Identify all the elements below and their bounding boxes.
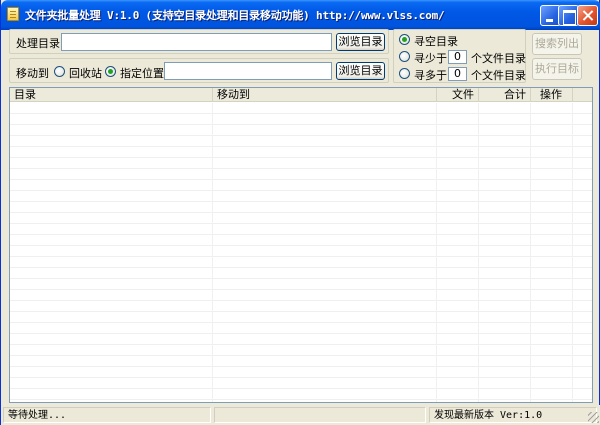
- column-header-files[interactable]: 文件: [437, 88, 479, 102]
- fewer-files-radio[interactable]: [399, 51, 410, 62]
- column-divider: [478, 103, 479, 402]
- recycle-bin-label[interactable]: 回收站: [69, 65, 102, 81]
- fewer-files-count-input[interactable]: 0: [448, 50, 467, 64]
- column-divider: [436, 103, 437, 402]
- column-divider: [212, 103, 213, 402]
- empty-dir-radio[interactable]: [399, 34, 410, 45]
- source-label: 处理目录: [16, 37, 60, 50]
- move-to-label: 移动到: [16, 67, 49, 80]
- close-icon[interactable]: [577, 5, 598, 26]
- move-to-path-input[interactable]: [164, 62, 332, 80]
- execute-button[interactable]: 执行目标: [532, 58, 582, 80]
- column-header-total[interactable]: 合计: [479, 88, 531, 102]
- resize-grip-icon[interactable]: [588, 412, 599, 423]
- source-path-input[interactable]: [61, 33, 332, 51]
- status-message: 等待处理...: [3, 407, 211, 423]
- status-middle: [214, 407, 426, 423]
- table-body[interactable]: [10, 103, 592, 402]
- column-header-action[interactable]: 操作: [531, 88, 573, 102]
- fewer-files-suffix: 个文件目录: [471, 52, 526, 65]
- custom-location-radio[interactable]: [105, 66, 116, 77]
- maximize-icon[interactable]: [558, 5, 579, 26]
- empty-dir-label[interactable]: 寻空目录: [414, 33, 458, 49]
- column-divider: [572, 103, 573, 402]
- search-list-button[interactable]: 搜索列出: [532, 33, 582, 55]
- move-to-group: 移动到 回收站 指定位置 浏览目录: [9, 58, 389, 83]
- table-header: 目录 移动到 文件 合计 操作: [10, 88, 592, 102]
- column-header-move-to[interactable]: 移动到: [213, 88, 437, 102]
- fewer-files-prefix[interactable]: 寻少于: [414, 50, 447, 66]
- more-files-count-input[interactable]: 0: [448, 67, 467, 81]
- title-bar[interactable]: 文件夹批量处理 V:1.0 (支持空目录处理和目录移动功能) http://ww…: [1, 0, 600, 30]
- window-title: 文件夹批量处理 V:1.0 (支持空目录处理和目录移动功能) http://ww…: [25, 9, 445, 22]
- recycle-bin-radio[interactable]: [54, 66, 65, 77]
- status-bar: 等待处理... 发现最新版本 Ver:1.0: [1, 405, 600, 425]
- move-to-browse-button[interactable]: 浏览目录: [336, 62, 385, 80]
- results-table[interactable]: 目录 移动到 文件 合计 操作: [9, 87, 593, 403]
- search-mode-group: 寻空目录 寻少于 0 个文件目录 寻多于 0 个文件目录: [393, 29, 526, 83]
- app-icon: [7, 7, 19, 21]
- more-files-radio[interactable]: [399, 68, 410, 79]
- more-files-prefix[interactable]: 寻多于: [414, 67, 447, 83]
- app-window: 文件夹批量处理 V:1.0 (支持空目录处理和目录移动功能) http://ww…: [0, 0, 600, 425]
- custom-location-label[interactable]: 指定位置: [120, 65, 164, 81]
- source-group: 处理目录 浏览目录: [9, 29, 389, 54]
- status-version: 发现最新版本 Ver:1.0: [429, 407, 597, 423]
- source-browse-button[interactable]: 浏览目录: [336, 33, 385, 51]
- column-header-directory[interactable]: 目录: [10, 88, 213, 102]
- more-files-suffix: 个文件目录: [471, 69, 526, 82]
- column-divider: [530, 103, 531, 402]
